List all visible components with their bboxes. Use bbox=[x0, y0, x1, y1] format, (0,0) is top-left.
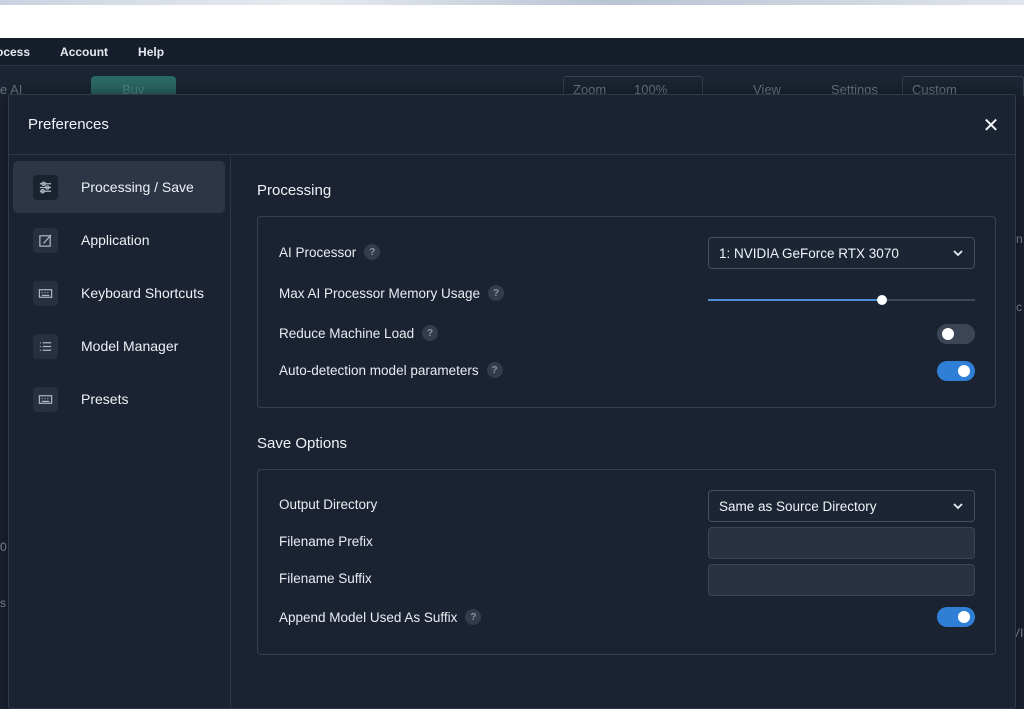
sidebar-item-label: Processing / Save bbox=[81, 179, 194, 195]
bg-fragment-left-2: s bbox=[0, 596, 6, 610]
filename-suffix-row: Filename Suffix bbox=[279, 571, 372, 586]
reduce-load-label: Reduce Machine Load bbox=[279, 325, 415, 341]
memory-usage-slider[interactable] bbox=[708, 292, 975, 308]
sidebar-item-label: Presets bbox=[81, 391, 129, 407]
top-image-strip bbox=[0, 0, 1024, 38]
top-image-band bbox=[0, 0, 1024, 5]
slider-fill bbox=[708, 299, 882, 301]
bg-fragment-left-1: 0 bbox=[0, 540, 7, 554]
help-icon[interactable]: ? bbox=[364, 244, 381, 260]
close-icon: ✕ bbox=[982, 114, 1000, 137]
memory-usage-label: Max AI Processor Memory Usage bbox=[279, 285, 481, 301]
chevron-down-icon bbox=[952, 247, 964, 259]
ai-processor-select[interactable]: 1: NVIDIA GeForce RTX 3070 bbox=[708, 237, 975, 269]
slider-thumb[interactable] bbox=[876, 295, 887, 305]
sliders-icon bbox=[33, 174, 58, 200]
sidebar-item-label: Model Manager bbox=[81, 338, 179, 354]
auto-detection-row: Auto-detection model parameters ? bbox=[279, 362, 503, 378]
append-model-row: Append Model Used As Suffix ? bbox=[279, 609, 482, 625]
filename-prefix-input[interactable] bbox=[708, 527, 975, 559]
append-model-toggle[interactable] bbox=[937, 607, 975, 627]
close-button[interactable]: ✕ bbox=[980, 114, 1002, 137]
ai-processor-label: AI Processor bbox=[279, 244, 357, 260]
output-directory-row: Output Directory bbox=[279, 497, 377, 512]
menu-process[interactable]: ocess bbox=[0, 45, 30, 59]
sidebar-item-presets[interactable]: Presets bbox=[13, 373, 225, 425]
toggle-knob bbox=[942, 328, 954, 340]
bg-fragment-right-1: n bbox=[1016, 232, 1023, 246]
chevron-down-icon bbox=[952, 500, 964, 512]
ai-processor-row: AI Processor ? bbox=[279, 244, 381, 260]
dialog-title: Preferences bbox=[28, 116, 109, 133]
sidebar-item-model-manager[interactable]: Model Manager bbox=[13, 320, 225, 372]
keyboard-icon bbox=[33, 280, 58, 306]
ai-processor-value: 1: NVIDIA GeForce RTX 3070 bbox=[719, 245, 899, 261]
toggle-knob bbox=[958, 611, 970, 623]
help-icon[interactable]: ? bbox=[488, 285, 505, 301]
processing-section-title: Processing bbox=[257, 182, 332, 199]
output-directory-value: Same as Source Directory bbox=[719, 498, 877, 514]
sidebar-item-label: Keyboard Shortcuts bbox=[81, 285, 204, 301]
bg-fragment-right-2: c bbox=[1016, 300, 1022, 314]
toggle-knob bbox=[958, 365, 970, 377]
menu-account[interactable]: Account bbox=[60, 45, 108, 59]
list-icon bbox=[33, 333, 58, 359]
edit-window-icon bbox=[33, 227, 58, 253]
app-menubar: ocess Account Help bbox=[0, 38, 1024, 66]
reduce-load-row: Reduce Machine Load ? bbox=[279, 325, 439, 341]
keyboard-icon bbox=[33, 386, 58, 412]
save-options-section-title: Save Options bbox=[257, 435, 348, 452]
sidebar-item-application[interactable]: Application bbox=[13, 214, 225, 266]
preferences-sidebar: Processing / Save Application Keyboard S… bbox=[9, 156, 231, 709]
filename-prefix-row: Filename Prefix bbox=[279, 534, 373, 549]
background-left-panel bbox=[0, 96, 8, 709]
output-directory-select[interactable]: Same as Source Directory bbox=[708, 490, 975, 522]
auto-detection-toggle[interactable] bbox=[937, 361, 975, 381]
sidebar-item-label: Application bbox=[81, 232, 150, 248]
sidebar-item-processing-save[interactable]: Processing / Save bbox=[13, 161, 225, 213]
append-model-label: Append Model Used As Suffix bbox=[279, 609, 458, 625]
help-icon[interactable]: ? bbox=[465, 609, 482, 625]
sidebar-item-keyboard-shortcuts[interactable]: Keyboard Shortcuts bbox=[13, 267, 225, 319]
filename-prefix-label: Filename Prefix bbox=[279, 534, 373, 549]
help-icon[interactable]: ? bbox=[486, 362, 503, 378]
filename-suffix-input[interactable] bbox=[708, 564, 975, 596]
output-directory-label: Output Directory bbox=[279, 497, 378, 512]
memory-usage-row: Max AI Processor Memory Usage ? bbox=[279, 285, 505, 301]
auto-detection-label: Auto-detection model parameters bbox=[279, 362, 479, 378]
dialog-header: Preferences ✕ bbox=[9, 95, 1015, 155]
help-icon[interactable]: ? bbox=[422, 325, 439, 341]
reduce-load-toggle[interactable] bbox=[937, 324, 975, 344]
filename-suffix-label: Filename Suffix bbox=[279, 571, 372, 586]
menu-help[interactable]: Help bbox=[138, 45, 164, 59]
